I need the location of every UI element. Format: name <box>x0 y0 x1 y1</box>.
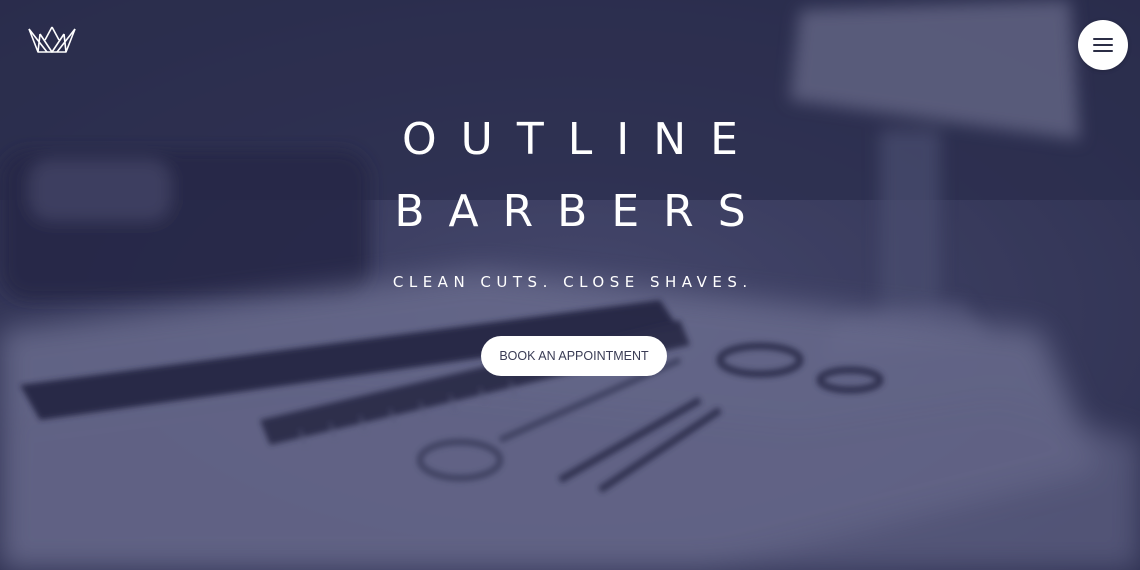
book-appointment-button[interactable]: BOOK AN APPOINTMENT <box>481 336 667 376</box>
menu-button[interactable] <box>1078 20 1128 70</box>
hamburger-menu-icon <box>1093 38 1113 40</box>
hamburger-menu-icon-bar <box>1093 50 1113 52</box>
hero-tagline: CLEAN CUTS. CLOSE SHAVES. <box>392 273 753 291</box>
hero-title-line-1: OUTLINE <box>402 114 762 165</box>
hero-section: OUTLINE BARBERS CLEAN CUTS. CLOSE SHAVES… <box>0 0 1140 570</box>
hero-title-line-2: BARBERS <box>394 186 770 237</box>
crown-logo-icon[interactable] <box>28 26 76 54</box>
hamburger-menu-icon-bar <box>1093 44 1113 46</box>
